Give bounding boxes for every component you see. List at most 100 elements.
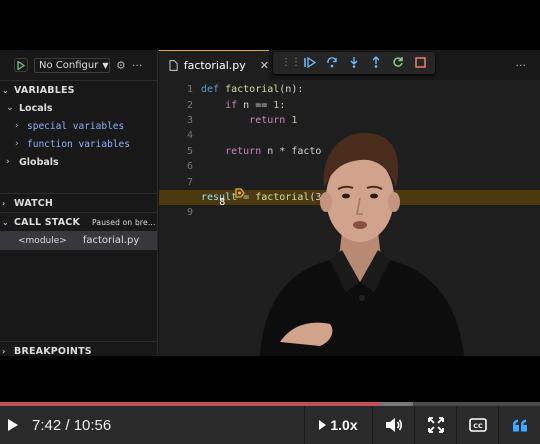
playback-speed-label: 1.0x <box>330 417 358 433</box>
watch-section-title: WATCH <box>14 197 54 209</box>
editor-tab-bar: factorial.py ✕ ⋮⋮ ··· <box>159 50 540 80</box>
call-stack-section-title: CALL STACK <box>14 216 81 228</box>
playback-speed-button[interactable]: 1.0x <box>304 406 372 444</box>
play-icon <box>17 60 25 70</box>
code-token: return <box>249 114 286 126</box>
code-line: 2 if n == 1: <box>159 97 540 112</box>
line-number: 3 <box>186 114 193 126</box>
chevron-right-icon: › <box>2 198 6 208</box>
chevron-down-icon: ⌄ <box>2 85 9 95</box>
locals-label: Locals <box>19 102 53 114</box>
volume-icon <box>385 418 402 432</box>
chevron-right-icon: › <box>2 346 6 356</box>
call-stack-frame[interactable]: <module> factorial.py <box>0 231 157 250</box>
variables-section-header[interactable]: ⌄ VARIABLES <box>0 81 157 99</box>
video-player-controls: 7:42 / 10:56 1.0x CC <box>0 406 540 444</box>
chevron-down-icon: ▼ <box>102 60 109 70</box>
chevron-right-icon: › <box>14 139 20 149</box>
current-execution-line: 8 result = factorial (3 <box>159 188 540 208</box>
speed-play-icon <box>319 420 327 430</box>
code-token: : <box>279 99 286 111</box>
code-token: def <box>201 84 220 96</box>
volume-button[interactable] <box>372 406 414 444</box>
chevron-down-icon: ⌄ <box>6 103 14 113</box>
globals-scope[interactable]: › Globals <box>0 153 157 171</box>
step-over-icon[interactable] <box>325 56 339 70</box>
code-line: 3 return 1 <box>159 113 540 128</box>
frame-name: <module> <box>18 235 67 246</box>
captions-button[interactable]: CC <box>456 406 498 444</box>
svg-text:CC: CC <box>473 422 483 430</box>
code-token: if <box>225 99 238 111</box>
code-editor[interactable]: 1 def factorial (n): 2 if n == 1: 3 retur… <box>159 80 540 221</box>
special-variables-item[interactable]: › special variables <box>0 117 157 135</box>
gear-icon[interactable]: ⚙ <box>116 59 126 72</box>
continue-icon[interactable] <box>303 56 317 70</box>
code-token: factorial <box>225 84 280 96</box>
watch-section-header[interactable]: › WATCH <box>0 194 157 212</box>
start-debugging-button[interactable] <box>14 58 28 72</box>
line-number: 2 <box>186 99 193 111</box>
run-configuration-label: No Configur <box>39 59 99 71</box>
code-token: (3 <box>309 191 322 203</box>
player-right-controls: 1.0x CC <box>304 406 540 444</box>
call-stack-section-header[interactable]: ⌄ CALL STACK Paused on bre... <box>0 213 157 231</box>
code-line: 6 <box>159 159 540 174</box>
vscode-window: No Configur ▼ ⚙ ··· ⌄ VARIABLES ⌄ Locals… <box>0 50 540 357</box>
line-number: 5 <box>186 145 193 157</box>
drag-handle-icon[interactable]: ⋮⋮ <box>281 57 301 69</box>
locals-scope[interactable]: ⌄ Locals <box>0 99 157 117</box>
code-line: 1 def factorial (n): <box>159 82 540 97</box>
time-display: 7:42 / 10:56 <box>32 416 112 434</box>
run-toolbar: No Configur ▼ ⚙ ··· <box>0 50 157 80</box>
chevron-right-icon: › <box>6 157 10 167</box>
variables-spacer <box>0 171 157 193</box>
editor-tab-factorial[interactable]: factorial.py ✕ <box>159 50 269 80</box>
code-line: 5 return n * facto <box>159 144 540 159</box>
function-variables-item[interactable]: › function variables <box>0 135 157 153</box>
tab-label: factorial.py <box>183 59 246 72</box>
run-configuration-select[interactable]: No Configur ▼ <box>34 57 110 73</box>
variables-section-title: VARIABLES <box>14 84 75 96</box>
play-icon <box>8 419 18 431</box>
quote-icon <box>512 419 527 431</box>
code-token: 1 <box>291 114 298 126</box>
play-button[interactable] <box>0 406 26 444</box>
close-icon[interactable]: ✕ <box>260 59 269 72</box>
code-token: n * facto <box>267 145 322 157</box>
code-token: return <box>225 145 262 157</box>
debug-sidebar: No Configur ▼ ⚙ ··· ⌄ VARIABLES ⌄ Locals… <box>0 50 158 357</box>
code-token: factorial <box>255 191 310 203</box>
step-out-icon[interactable] <box>369 56 383 70</box>
step-into-icon[interactable] <box>347 56 361 70</box>
line-number: 4 <box>186 130 193 142</box>
more-actions-icon[interactable]: ··· <box>516 59 527 72</box>
chevron-right-icon: › <box>14 121 20 131</box>
globals-label: Globals <box>19 156 59 168</box>
line-number: 9 <box>186 207 193 219</box>
line-number: 6 <box>186 161 193 173</box>
code-token: n == <box>243 99 274 111</box>
file-icon <box>169 60 178 71</box>
frame-file: factorial.py <box>82 235 140 246</box>
paused-status: Paused on bre... <box>92 217 156 227</box>
stop-icon[interactable] <box>413 56 427 70</box>
closed-captions-icon: CC <box>468 418 487 432</box>
quote-button[interactable] <box>498 406 540 444</box>
debug-toolbar: ⋮⋮ <box>273 52 435 74</box>
special-variables-label: special variables <box>27 120 125 132</box>
code-token: (n): <box>279 84 304 96</box>
breakpoints-section-title: BREAKPOINTS <box>14 345 92 357</box>
code-line: 4 <box>159 128 540 143</box>
fullscreen-icon <box>427 417 444 433</box>
editor-area: factorial.py ✕ ⋮⋮ ··· 1 def factorial (n… <box>159 50 540 356</box>
function-variables-label: function variables <box>27 138 130 150</box>
restart-icon[interactable] <box>391 56 405 70</box>
video-bottom-letterbox <box>0 356 540 402</box>
line-number: 1 <box>186 84 193 96</box>
fullscreen-button[interactable] <box>414 406 456 444</box>
more-actions-icon[interactable]: ··· <box>132 59 143 72</box>
